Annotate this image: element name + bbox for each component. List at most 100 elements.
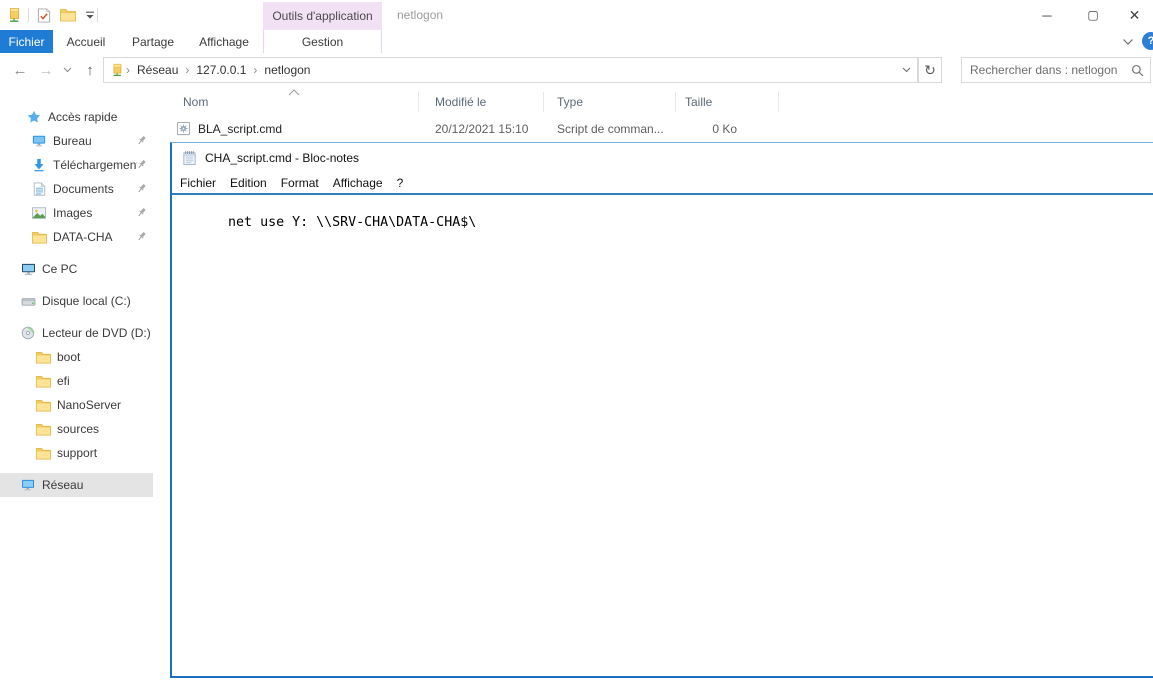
maximize-icon: ▢ — [1087, 8, 1098, 22]
minimize-button[interactable]: ─ — [1024, 0, 1070, 30]
tab-affichage[interactable]: Affichage — [190, 30, 258, 53]
sidebar-item-efi[interactable]: efi — [0, 369, 153, 393]
tab-partage[interactable]: Partage — [122, 30, 184, 53]
sidebar-item-lecteur-dvd[interactable]: Lecteur de DVD (D:) S — [0, 321, 153, 345]
sidebar-item-telechargements[interactable]: Téléchargements — [0, 153, 153, 177]
notepad-window: CHA_script.cmd - Bloc-notes Fichier Edit… — [170, 142, 1153, 678]
search-icon[interactable] — [1125, 64, 1150, 77]
column-separator[interactable] — [675, 92, 676, 112]
file-name: BLA_script.cmd — [198, 122, 282, 136]
recent-locations-dropdown[interactable] — [58, 57, 76, 83]
back-arrow-icon: ← — [13, 62, 28, 79]
column-separator[interactable] — [543, 92, 544, 112]
address-history-dropdown[interactable] — [895, 67, 917, 73]
sidebar-item-boot[interactable]: boot — [0, 345, 153, 369]
qat-separator — [97, 8, 98, 22]
sidebar-item-nanoserver[interactable]: NanoServer — [0, 393, 153, 417]
notepad-title-bar[interactable]: CHA_script.cmd - Bloc-notes — [172, 143, 1153, 172]
shared-folder-icon — [6, 7, 22, 23]
notepad-title: CHA_script.cmd - Bloc-notes — [205, 151, 359, 165]
tools-group-tab[interactable]: Outils d'application — [263, 2, 382, 30]
document-icon — [30, 182, 48, 196]
notepad-menu-format[interactable]: Format — [274, 176, 326, 190]
address-toolbar: ← → ↑ › Réseau › 127.0.0.1 › netlogon — [0, 53, 1153, 88]
folder-icon — [30, 231, 48, 244]
maximize-button[interactable]: ▢ — [1070, 0, 1116, 30]
qat-properties-button[interactable] — [34, 6, 54, 24]
sidebar-item-label: Accès rapide — [48, 110, 153, 124]
tools-group-label: Outils d'application — [272, 9, 372, 23]
address-bar[interactable]: › Réseau › 127.0.0.1 › netlogon — [103, 57, 918, 83]
column-header-nom[interactable]: Nom — [183, 95, 208, 111]
tab-gestion[interactable]: Gestion — [263, 30, 382, 53]
notepad-text-area[interactable]: net use Y: \\SRV-CHA\DATA-CHA$\ — [172, 195, 1153, 676]
column-header-taille[interactable]: Taille — [685, 95, 712, 111]
tab-accueil[interactable]: Accueil — [60, 30, 112, 53]
crumb-separator-icon: › — [183, 63, 191, 77]
up-button[interactable]: ↑ — [78, 57, 102, 83]
folder-icon — [34, 351, 52, 364]
dvd-drive-icon — [19, 326, 37, 340]
notepad-menu-bar: Fichier Edition Format Affichage ? — [172, 172, 1153, 193]
tab-affichage-label: Affichage — [199, 35, 249, 49]
tab-gestion-label: Gestion — [302, 35, 343, 49]
file-row-bla-script[interactable]: BLA_script.cmd 20/12/2021 15:10 Script d… — [170, 117, 780, 141]
computer-icon — [19, 263, 37, 276]
sidebar-item-label: Disque local (C:) — [42, 294, 153, 308]
pin-icon — [136, 207, 147, 218]
expand-ribbon-button[interactable] — [1122, 38, 1134, 46]
hard-drive-icon — [19, 296, 37, 307]
file-type: Script de comman... — [557, 122, 664, 136]
refresh-icon: ↻ — [924, 62, 936, 79]
sidebar-item-bureau[interactable]: Bureau — [0, 129, 153, 153]
window-title: netlogon — [397, 0, 443, 30]
notepad-menu-edition[interactable]: Edition — [223, 176, 274, 190]
breadcrumb-netlogon[interactable]: netlogon — [259, 63, 315, 77]
sidebar-item-disque-local-c[interactable]: Disque local (C:) — [0, 289, 153, 313]
column-separator[interactable] — [418, 92, 419, 112]
sidebar-item-images[interactable]: Images — [0, 201, 153, 225]
notepad-menu-fichier[interactable]: Fichier — [173, 176, 223, 190]
tab-fichier[interactable]: Fichier — [0, 30, 53, 53]
crumb-separator-icon: › — [124, 63, 132, 77]
sidebar-item-acces-rapide[interactable]: Accès rapide — [0, 105, 153, 129]
pictures-icon — [30, 207, 48, 219]
breadcrumb-reseau[interactable]: Réseau — [132, 63, 183, 77]
qat-new-folder-button[interactable] — [58, 6, 78, 24]
chevron-down-icon — [1122, 38, 1134, 46]
search-box — [961, 57, 1151, 83]
help-icon: ? — [1148, 35, 1153, 47]
download-arrow-icon — [30, 158, 48, 172]
tab-accueil-label: Accueil — [67, 35, 106, 49]
sidebar-item-label: sources — [57, 422, 153, 436]
column-header-modifie-le[interactable]: Modifié le — [435, 95, 486, 111]
sidebar-item-documents[interactable]: Documents — [0, 177, 153, 201]
back-button[interactable]: ← — [8, 57, 32, 83]
close-button[interactable]: ✕ — [1116, 0, 1153, 30]
sidebar-item-data-cha[interactable]: DATA-CHA — [0, 225, 153, 249]
help-button[interactable]: ? — [1142, 32, 1153, 50]
folder-icon — [60, 8, 76, 22]
pin-icon — [136, 159, 147, 170]
sidebar-item-ce-pc[interactable]: Ce PC — [0, 257, 153, 281]
search-input[interactable] — [962, 60, 1125, 80]
notepad-icon — [182, 150, 197, 166]
notepad-menu-affichage[interactable]: Affichage — [326, 176, 390, 190]
notepad-menu-aide[interactable]: ? — [390, 176, 411, 190]
chevron-down-icon — [902, 67, 911, 73]
sidebar-item-sources[interactable]: sources — [0, 417, 153, 441]
sidebar-item-label: boot — [57, 350, 153, 364]
window-system-icon[interactable] — [4, 6, 24, 24]
folder-icon — [34, 375, 52, 388]
column-header-type[interactable]: Type — [557, 95, 583, 111]
crumb-separator-icon: › — [251, 63, 259, 77]
breadcrumb-host[interactable]: 127.0.0.1 — [191, 63, 251, 77]
pin-icon — [136, 231, 147, 242]
refresh-button[interactable]: ↻ — [918, 57, 942, 83]
sidebar-item-support[interactable]: support — [0, 441, 153, 465]
explorer-window: Outils d'application netlogon ─ ▢ ✕ Fich… — [0, 0, 1153, 680]
minimize-icon: ─ — [1042, 8, 1051, 23]
column-separator[interactable] — [778, 92, 779, 112]
sidebar-item-reseau[interactable]: Réseau — [0, 473, 153, 497]
forward-button[interactable]: → — [34, 57, 58, 83]
